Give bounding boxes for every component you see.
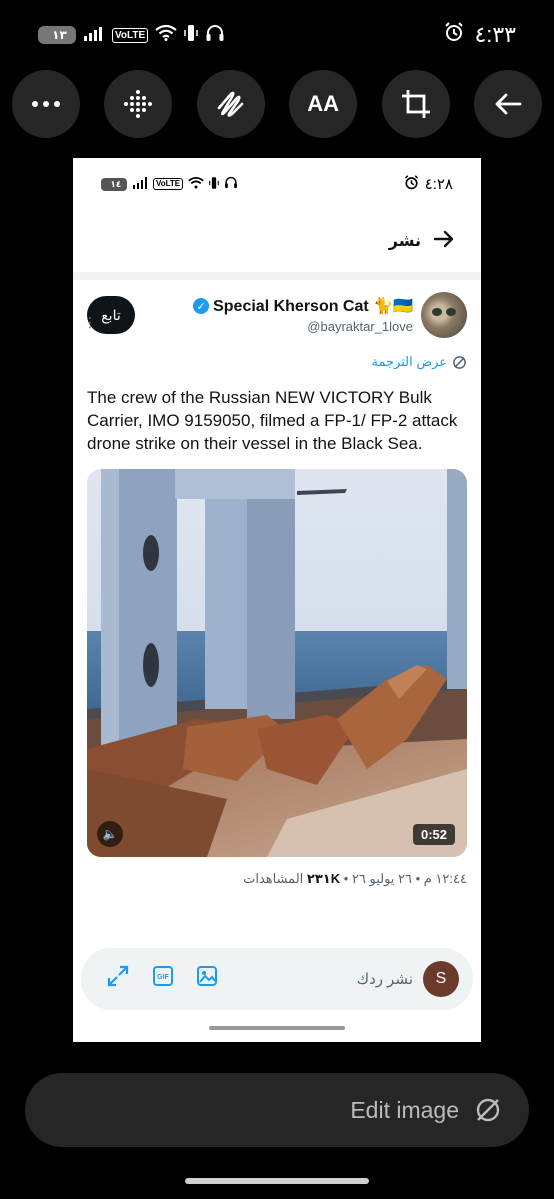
video-thumbnail bbox=[87, 469, 467, 857]
battery-icon: ١٣ bbox=[38, 26, 76, 44]
inner-status-bar: ١٤ VoLTE ٤:٢٨ bbox=[73, 158, 481, 210]
mute-toggle[interactable]: 🔈 bbox=[97, 821, 123, 847]
battery-level: ١٣ bbox=[52, 28, 67, 42]
signal-icon bbox=[83, 25, 105, 46]
inner-headphones-icon bbox=[224, 176, 238, 192]
edit-image-button[interactable]: Edit image bbox=[25, 1073, 529, 1147]
gif-icon[interactable]: GIF bbox=[153, 966, 173, 992]
inner-volte-icon: VoLTE bbox=[153, 178, 184, 190]
back-button[interactable] bbox=[473, 70, 542, 138]
translate-icon bbox=[453, 355, 466, 369]
inner-battery-icon: ١٤ bbox=[101, 177, 127, 191]
tweet-timestamp: ١٢:٤٤ م • ٢٦ يوليو ٢٦ • bbox=[343, 871, 467, 886]
no-edit-icon bbox=[476, 1098, 500, 1122]
grid-dots-icon bbox=[124, 90, 153, 118]
crop-icon bbox=[401, 90, 430, 118]
reply-input[interactable]: نشر ردك bbox=[357, 970, 413, 988]
tweet: ⋮ تابع ✓ Special Kherson Cat 🐈🇺🇦 @bayrak… bbox=[73, 292, 481, 887]
text-size-button[interactable]: AA bbox=[289, 70, 358, 138]
screenshot-preview[interactable]: ١٤ VoLTE ٤:٢٨ نشر ⋮ تابع ✓ Special Khers… bbox=[73, 158, 481, 1042]
display-name: Special Kherson Cat 🐈🇺🇦 bbox=[213, 298, 413, 315]
more-button[interactable] bbox=[12, 70, 80, 138]
grid-button[interactable] bbox=[104, 70, 173, 138]
inner-signal-icon bbox=[132, 176, 148, 192]
video-player[interactable]: 🔈 0:52 bbox=[87, 469, 467, 857]
user-avatar: S bbox=[423, 961, 459, 997]
draw-button[interactable] bbox=[196, 70, 265, 138]
inner-battery-level: ١٤ bbox=[110, 178, 122, 189]
alarm-icon bbox=[444, 22, 464, 48]
reply-bar[interactable]: GIF نشر ردك S bbox=[81, 948, 473, 1010]
tweet-author-row: تابع ✓ Special Kherson Cat 🐈🇺🇦 @bayrakta… bbox=[87, 292, 467, 338]
clock-time: ٤:٣٣ bbox=[474, 22, 516, 47]
video-duration: 0:52 bbox=[412, 824, 455, 845]
divider bbox=[73, 272, 481, 280]
more-icon bbox=[32, 101, 60, 107]
vibrate-icon bbox=[184, 24, 198, 47]
editor-toolbar: AA bbox=[12, 70, 542, 138]
headphones-icon bbox=[205, 24, 225, 47]
avatar[interactable] bbox=[421, 292, 467, 338]
view-count: ٢٣١K bbox=[306, 871, 341, 886]
crop-button[interactable] bbox=[381, 70, 450, 138]
translate-link[interactable]: عرض الترجمة bbox=[87, 354, 467, 370]
expand-icon[interactable] bbox=[107, 965, 129, 993]
status-bar: ١٣ VoLTE ٤:٣٣ bbox=[38, 20, 516, 50]
views-label: المشاهدات bbox=[243, 871, 304, 886]
home-indicator bbox=[209, 1026, 345, 1030]
tweet-text: The crew of the Russian NEW VICTORY Bulk… bbox=[87, 388, 458, 453]
inner-clock-time: ٤:٢٨ bbox=[424, 176, 453, 193]
user-handle[interactable]: @bayraktar_1love bbox=[193, 319, 413, 334]
back-arrow-icon bbox=[495, 93, 522, 115]
text-size-icon: AA bbox=[307, 91, 340, 116]
draw-icon bbox=[217, 91, 244, 117]
verified-icon: ✓ bbox=[193, 298, 210, 314]
inner-vibrate-icon bbox=[209, 176, 219, 193]
post-header: نشر bbox=[73, 210, 481, 272]
display-name-row[interactable]: ✓ Special Kherson Cat 🐈🇺🇦 bbox=[193, 296, 413, 316]
navigation-handle[interactable] bbox=[185, 1178, 369, 1184]
wifi-icon bbox=[155, 24, 177, 46]
image-icon[interactable] bbox=[197, 966, 217, 992]
forward-arrow-icon[interactable] bbox=[433, 230, 455, 253]
tweet-meta: ١٢:٤٤ م • ٢٦ يوليو ٢٦ • ٢٣١K المشاهدات bbox=[87, 871, 467, 887]
inner-alarm-icon bbox=[404, 174, 419, 194]
edit-image-label: Edit image bbox=[350, 1096, 459, 1123]
volume-icon: 🔈 bbox=[102, 827, 118, 841]
translate-label: عرض الترجمة bbox=[371, 354, 447, 369]
header-title: نشر bbox=[388, 233, 421, 250]
inner-wifi-icon bbox=[188, 176, 204, 192]
svg-text:GIF: GIF bbox=[157, 974, 169, 981]
kebab-icon[interactable]: ⋮ bbox=[83, 314, 97, 331]
volte-icon: VoLTE bbox=[112, 27, 149, 43]
